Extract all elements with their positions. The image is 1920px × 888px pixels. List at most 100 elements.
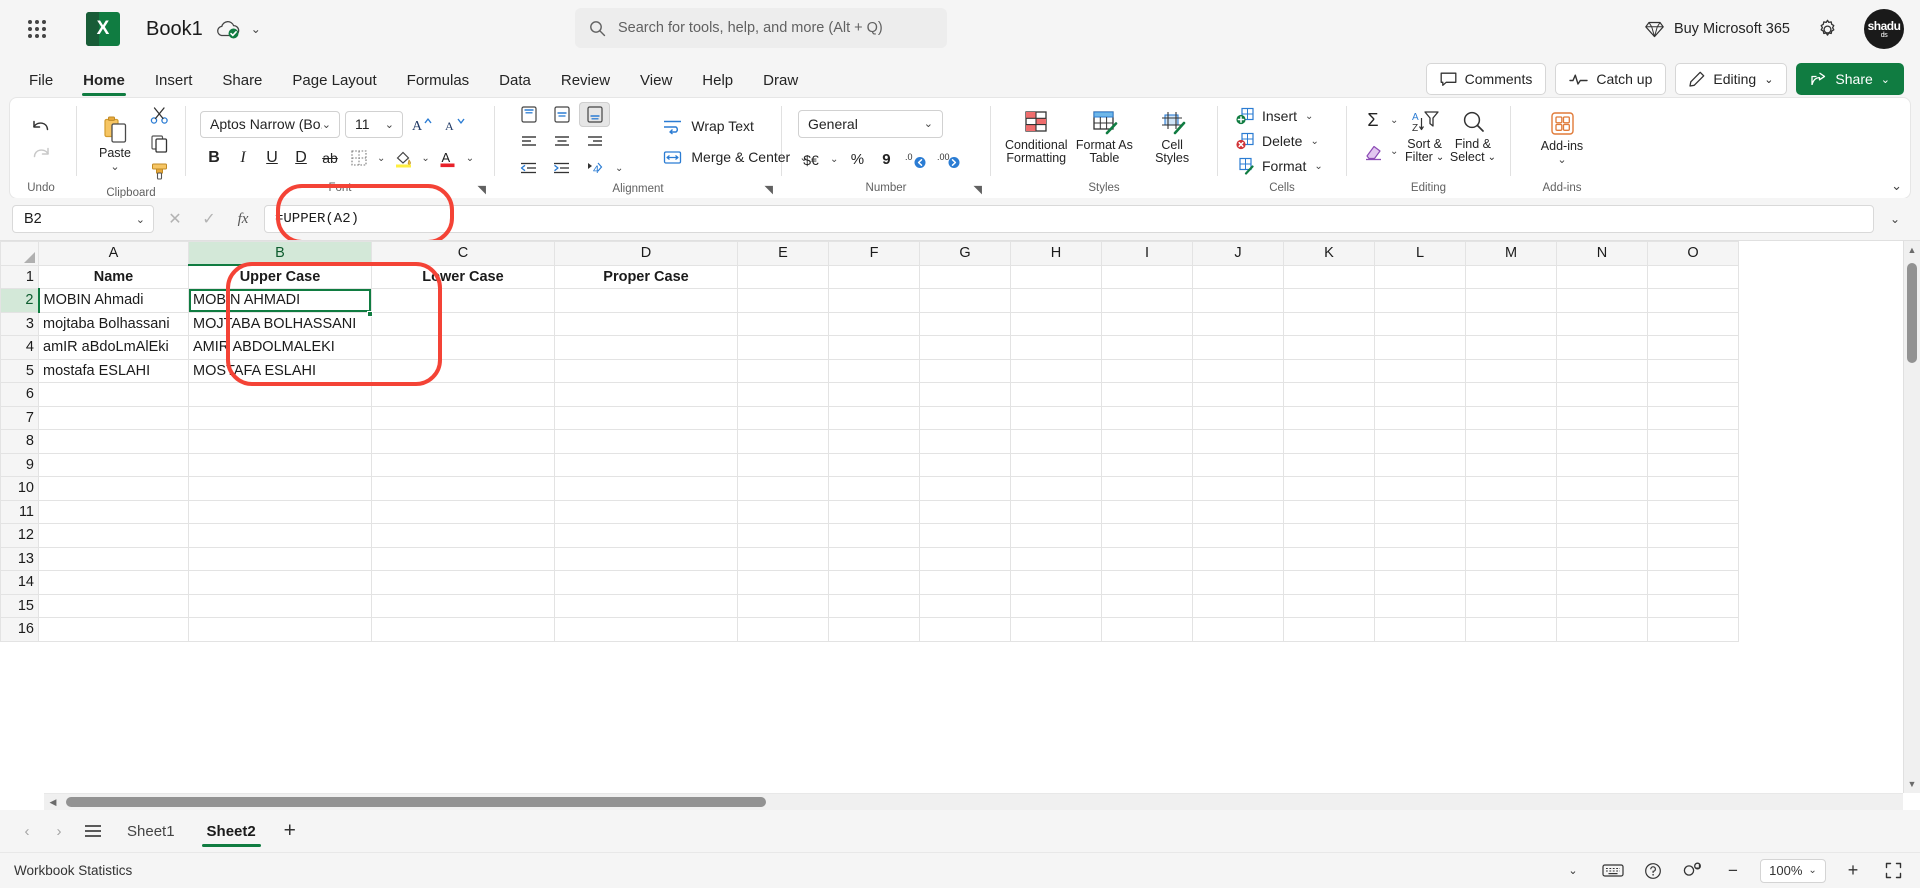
cell-G5[interactable] xyxy=(919,358,1011,383)
cell-N9[interactable] xyxy=(1556,452,1648,477)
cell-C8[interactable] xyxy=(371,429,555,454)
cell-I14[interactable] xyxy=(1101,570,1193,595)
cell-O6[interactable] xyxy=(1647,382,1739,407)
cell-K7[interactable] xyxy=(1283,405,1375,430)
insert-function-button[interactable]: fx xyxy=(230,206,256,232)
tab-view[interactable]: View xyxy=(627,67,685,98)
cell-N1[interactable] xyxy=(1556,264,1648,289)
paste-button[interactable]: Paste ⌄ xyxy=(89,112,141,176)
cell-E12[interactable] xyxy=(737,523,829,548)
column-header-D[interactable]: D xyxy=(554,241,738,266)
cell-B16[interactable] xyxy=(188,617,372,642)
cell-J11[interactable] xyxy=(1192,499,1284,524)
align-left-button[interactable] xyxy=(513,129,544,154)
cell-L2[interactable] xyxy=(1374,288,1466,313)
cell-K10[interactable] xyxy=(1283,476,1375,501)
workbook-statistics-button[interactable]: Workbook Statistics xyxy=(14,863,132,878)
cell-A11[interactable] xyxy=(38,499,189,524)
cell-D11[interactable] xyxy=(554,499,738,524)
increase-decimal-button[interactable]: .00 xyxy=(934,147,965,173)
cell-F15[interactable] xyxy=(828,593,920,618)
cell-E1[interactable] xyxy=(737,264,829,289)
cell-A16[interactable] xyxy=(38,617,189,642)
cell-N2[interactable] xyxy=(1556,288,1648,313)
column-header-C[interactable]: C xyxy=(371,241,555,266)
clear-chevron-down-icon[interactable]: ⌄ xyxy=(1387,146,1401,157)
cell-M1[interactable] xyxy=(1465,264,1557,289)
cell-F11[interactable] xyxy=(828,499,920,524)
column-header-N[interactable]: N xyxy=(1556,241,1648,266)
cancel-formula-button[interactable]: ✕ xyxy=(162,206,188,232)
cell-J13[interactable] xyxy=(1192,546,1284,571)
cell-B9[interactable] xyxy=(188,452,372,477)
vertical-scrollbar[interactable]: ▲ ▼ xyxy=(1903,241,1920,793)
tab-file[interactable]: File xyxy=(16,67,66,98)
cell-M10[interactable] xyxy=(1465,476,1557,501)
cell-N7[interactable] xyxy=(1556,405,1648,430)
cell-I1[interactable] xyxy=(1101,264,1193,289)
cell-G9[interactable] xyxy=(919,452,1011,477)
sheet-tab-sheet2[interactable]: Sheet2 xyxy=(194,815,269,847)
buy-microsoft-365-button[interactable]: Buy Microsoft 365 xyxy=(1645,21,1790,38)
cloud-saved-icon[interactable] xyxy=(215,19,241,39)
editing-mode-button[interactable]: Editing ⌄ xyxy=(1675,63,1788,95)
cell-C13[interactable] xyxy=(371,546,555,571)
cell-L11[interactable] xyxy=(1374,499,1466,524)
select-all-corner[interactable] xyxy=(0,241,39,266)
redo-button[interactable] xyxy=(27,141,55,168)
cell-I9[interactable] xyxy=(1101,452,1193,477)
cell-D1[interactable]: Proper Case xyxy=(554,264,738,289)
cell-J1[interactable] xyxy=(1192,264,1284,289)
cell-O7[interactable] xyxy=(1647,405,1739,430)
cell-E5[interactable] xyxy=(737,358,829,383)
cell-H3[interactable] xyxy=(1010,311,1102,336)
cell-K8[interactable] xyxy=(1283,429,1375,454)
next-sheet-button[interactable]: › xyxy=(46,818,72,844)
cell-E9[interactable] xyxy=(737,452,829,477)
cell-J2[interactable] xyxy=(1192,288,1284,313)
cell-O14[interactable] xyxy=(1647,570,1739,595)
text-orientation-button[interactable]: 4 xyxy=(579,156,610,181)
cell-L13[interactable] xyxy=(1374,546,1466,571)
cell-H12[interactable] xyxy=(1010,523,1102,548)
cell-A5[interactable]: mostafa ESLAHI xyxy=(38,358,189,383)
cell-K1[interactable] xyxy=(1283,264,1375,289)
cell-K3[interactable] xyxy=(1283,311,1375,336)
cell-I10[interactable] xyxy=(1101,476,1193,501)
cell-D16[interactable] xyxy=(554,617,738,642)
cell-D7[interactable] xyxy=(554,405,738,430)
cell-M6[interactable] xyxy=(1465,382,1557,407)
cell-E2[interactable] xyxy=(737,288,829,313)
cell-B4[interactable]: AMIR ABDOLMALEKI xyxy=(188,335,372,360)
cell-H5[interactable] xyxy=(1010,358,1102,383)
format-painter-button[interactable] xyxy=(145,158,173,185)
row-header-13[interactable]: 13 xyxy=(0,546,39,571)
cell-F12[interactable] xyxy=(828,523,920,548)
cell-D9[interactable] xyxy=(554,452,738,477)
cell-styles-button[interactable]: Cell Styles xyxy=(1139,105,1205,179)
cell-L4[interactable] xyxy=(1374,335,1466,360)
cell-K14[interactable] xyxy=(1283,570,1375,595)
autosum-chevron-down-icon[interactable]: ⌄ xyxy=(1387,115,1401,126)
cell-A15[interactable] xyxy=(38,593,189,618)
cell-F5[interactable] xyxy=(828,358,920,383)
borders-button[interactable] xyxy=(345,145,373,172)
tab-insert[interactable]: Insert xyxy=(142,67,206,98)
column-header-G[interactable]: G xyxy=(919,241,1011,266)
cell-O5[interactable] xyxy=(1647,358,1739,383)
tab-share[interactable]: Share xyxy=(209,67,275,98)
currency-chevron-down-icon[interactable]: ⌄ xyxy=(827,154,841,165)
cell-H9[interactable] xyxy=(1010,452,1102,477)
cell-H7[interactable] xyxy=(1010,405,1102,430)
cell-O15[interactable] xyxy=(1647,593,1739,618)
tab-home[interactable]: Home xyxy=(70,67,138,98)
cell-C3[interactable] xyxy=(371,311,555,336)
cell-K9[interactable] xyxy=(1283,452,1375,477)
orientation-chevron-down-icon[interactable]: ⌄ xyxy=(612,163,626,174)
comma-format-button[interactable]: 9 xyxy=(873,147,899,173)
cell-O3[interactable] xyxy=(1647,311,1739,336)
borders-chevron-down-icon[interactable]: ⌄ xyxy=(374,153,388,164)
cell-L5[interactable] xyxy=(1374,358,1466,383)
row-header-14[interactable]: 14 xyxy=(0,570,39,595)
cell-B7[interactable] xyxy=(188,405,372,430)
